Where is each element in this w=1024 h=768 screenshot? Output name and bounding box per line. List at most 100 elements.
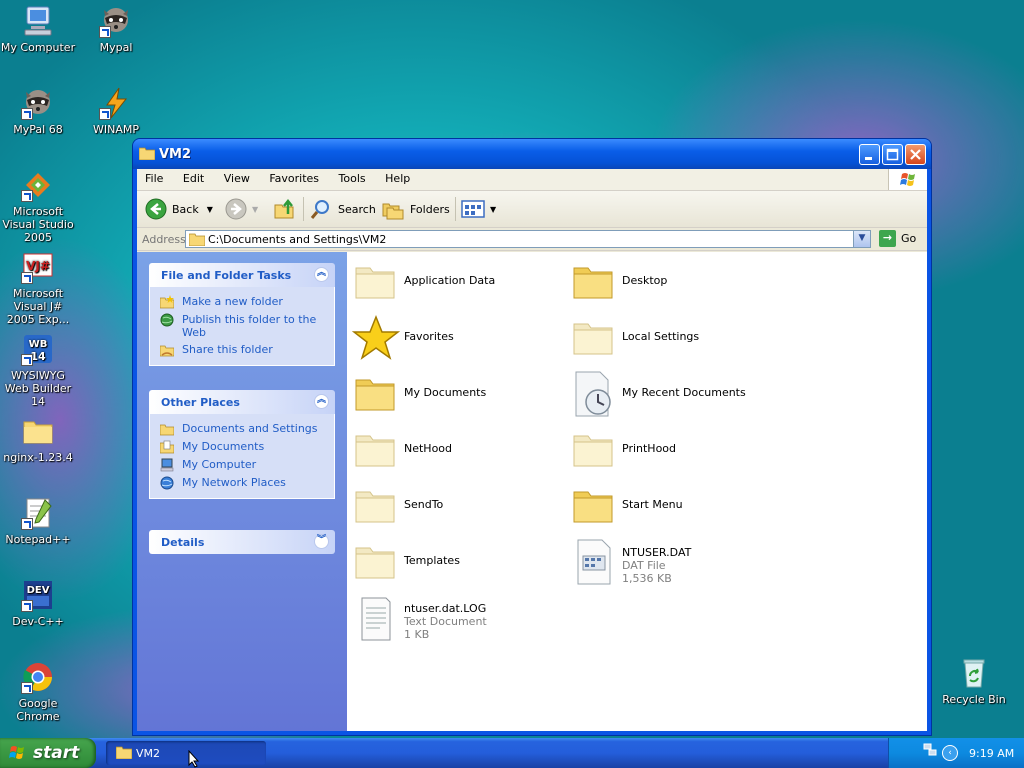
- folder-item[interactable]: Favorites: [352, 314, 562, 362]
- desktop-icon-winamp[interactable]: WINAMP: [76, 86, 156, 136]
- back-arrow-icon: [145, 198, 167, 220]
- back-button[interactable]: Back ▼: [145, 198, 213, 220]
- task-make-new-folder[interactable]: Make a new folder: [150, 293, 334, 311]
- menu-file[interactable]: File: [137, 169, 171, 185]
- folder-icon: [160, 424, 174, 436]
- raccoon-icon: [21, 86, 55, 120]
- desktop-icon-nginx-folder[interactable]: nginx-1.23.4: [0, 414, 78, 464]
- folder-item[interactable]: Start Menu: [570, 482, 780, 530]
- start-button[interactable]: start: [0, 738, 96, 768]
- desktop-icon-visual-studio-2005[interactable]: Microsoft Visual Studio 2005: [0, 168, 78, 244]
- folder-item[interactable]: Desktop: [570, 258, 780, 306]
- menu-tools[interactable]: Tools: [331, 169, 374, 185]
- desktop-icon-visual-jsharp[interactable]: VJ# Microsoft Visual J# 2005 Exp...: [0, 250, 78, 326]
- desktop-icon-mypal[interactable]: Mypal: [76, 4, 156, 54]
- search-button[interactable]: Search: [309, 198, 376, 220]
- desktop-icon-my-computer[interactable]: My Computer: [0, 4, 78, 54]
- address-input[interactable]: C:\Documents and Settings\VM2 ▼: [185, 230, 871, 248]
- desktop-icon-google-chrome[interactable]: Google Chrome: [0, 660, 78, 723]
- place-my-documents[interactable]: My Documents: [150, 438, 334, 456]
- desktop-icon-label: Dev-C++: [12, 615, 64, 628]
- desktop-icon-label: Microsoft Visual J# 2005 Exp...: [6, 287, 70, 326]
- window-content: File Edit View Favorites Tools Help Back…: [137, 169, 927, 731]
- folder-item[interactable]: Local Settings: [570, 314, 780, 362]
- panel-header[interactable]: File and Folder Tasks ︽: [149, 263, 335, 287]
- file-name: Application Data: [404, 274, 496, 287]
- notepad-plus-plus-icon: [21, 496, 55, 530]
- recycle-bin-icon: [957, 656, 991, 690]
- file-item[interactable]: ntuser.dat.LOG Text Document 1 KB: [352, 594, 562, 642]
- expand-icon[interactable]: ︾: [314, 534, 329, 549]
- up-folder-button[interactable]: [273, 198, 302, 220]
- folder-item[interactable]: PrintHood: [570, 426, 780, 474]
- close-icon: [910, 149, 921, 160]
- back-dropdown-icon[interactable]: ▼: [207, 205, 213, 214]
- menu-view[interactable]: View: [216, 169, 258, 185]
- folder-item[interactable]: NetHood: [352, 426, 562, 474]
- go-button[interactable]: → Go: [879, 230, 916, 247]
- menu-help[interactable]: Help: [377, 169, 418, 185]
- place-documents-and-settings[interactable]: Documents and Settings: [150, 420, 334, 438]
- show-hidden-icons-button[interactable]: ‹: [942, 745, 958, 761]
- file-list: Application Data Desktop Favorites Local…: [347, 252, 927, 731]
- menu-edit[interactable]: Edit: [175, 169, 212, 185]
- file-name: Start Menu: [622, 498, 683, 511]
- views-button[interactable]: ▼: [461, 198, 496, 220]
- forward-button[interactable]: ▼: [225, 198, 258, 220]
- system-tray: ‹ 9:19 AM: [888, 738, 1024, 768]
- toolbar-separator: [303, 197, 304, 221]
- folder-item[interactable]: Application Data: [352, 258, 562, 306]
- task-share-folder[interactable]: Share this folder: [150, 341, 334, 359]
- taskbar-item-label: VM2: [136, 747, 161, 760]
- desktop-icon-recycle-bin[interactable]: Recycle Bin: [934, 656, 1014, 706]
- panel-body: Make a new folder Publish this folder to…: [149, 287, 335, 366]
- folder-item[interactable]: SendTo: [352, 482, 562, 530]
- globe-icon: [160, 313, 174, 327]
- windows-logo-icon: [9, 746, 24, 759]
- desktop-icon-label: My Computer: [0, 41, 76, 54]
- panel-header[interactable]: Details ︾: [149, 530, 335, 554]
- folder-icon: [189, 233, 205, 246]
- address-dropdown-button[interactable]: ▼: [853, 231, 870, 247]
- desktop-icon-mypal-68[interactable]: MyPal 68: [0, 86, 78, 136]
- menu-favorites[interactable]: Favorites: [261, 169, 327, 185]
- svg-text:DEV: DEV: [27, 585, 50, 596]
- collapse-icon[interactable]: ︽: [314, 394, 329, 409]
- shortcut-arrow-icon: [21, 190, 33, 202]
- file-item[interactable]: NTUSER.DAT DAT File 1,536 KB: [570, 538, 780, 586]
- my-documents-icon: [160, 440, 174, 454]
- file-name: Templates: [404, 554, 460, 567]
- panel-header[interactable]: Other Places ︽: [149, 390, 335, 414]
- desktop-icon-wysiwyg-web-builder[interactable]: WB 14 WYSIWYG Web Builder 14: [0, 332, 78, 408]
- file-details: NTUSER.DAT DAT File 1,536 KB: [622, 546, 691, 585]
- task-publish-folder[interactable]: Publish this folder to the Web: [150, 311, 334, 341]
- folder-item[interactable]: My Documents: [352, 370, 562, 418]
- network-tray-icon[interactable]: [923, 743, 937, 757]
- file-size: 1 KB: [404, 628, 430, 641]
- desktop-icon-dev-cpp[interactable]: DEV Dev-C++: [0, 578, 78, 628]
- clock[interactable]: 9:19 AM: [969, 747, 1014, 760]
- collapse-icon[interactable]: ︽: [314, 267, 329, 282]
- file-name: My Documents: [404, 386, 487, 399]
- close-button[interactable]: [905, 144, 926, 165]
- folders-label: Folders: [410, 202, 450, 216]
- folder-item[interactable]: Templates: [352, 538, 562, 586]
- up-folder-icon: [274, 198, 294, 219]
- text-document-icon: [361, 597, 391, 641]
- file-type: Text Document: [404, 615, 487, 628]
- title-bar[interactable]: VM2: [133, 139, 931, 169]
- share-folder-icon: [160, 345, 174, 357]
- place-my-network-places[interactable]: My Network Places: [150, 474, 334, 492]
- place-my-computer[interactable]: My Computer: [150, 456, 334, 474]
- folders-button[interactable]: Folders: [381, 198, 450, 220]
- computer-icon: [21, 4, 55, 38]
- search-label: Search: [338, 202, 376, 216]
- file-name: Favorites: [404, 330, 454, 343]
- desktop-icon-label: Microsoft Visual Studio 2005: [2, 205, 74, 244]
- taskbar-item-vm2[interactable]: VM2: [106, 741, 266, 765]
- folder-item[interactable]: My Recent Documents: [570, 370, 780, 418]
- desktop-icon-notepad-plus-plus[interactable]: Notepad++: [0, 496, 78, 546]
- file-name: NTUSER.DAT: [622, 546, 692, 559]
- minimize-button[interactable]: [859, 144, 880, 165]
- maximize-button[interactable]: [882, 144, 903, 165]
